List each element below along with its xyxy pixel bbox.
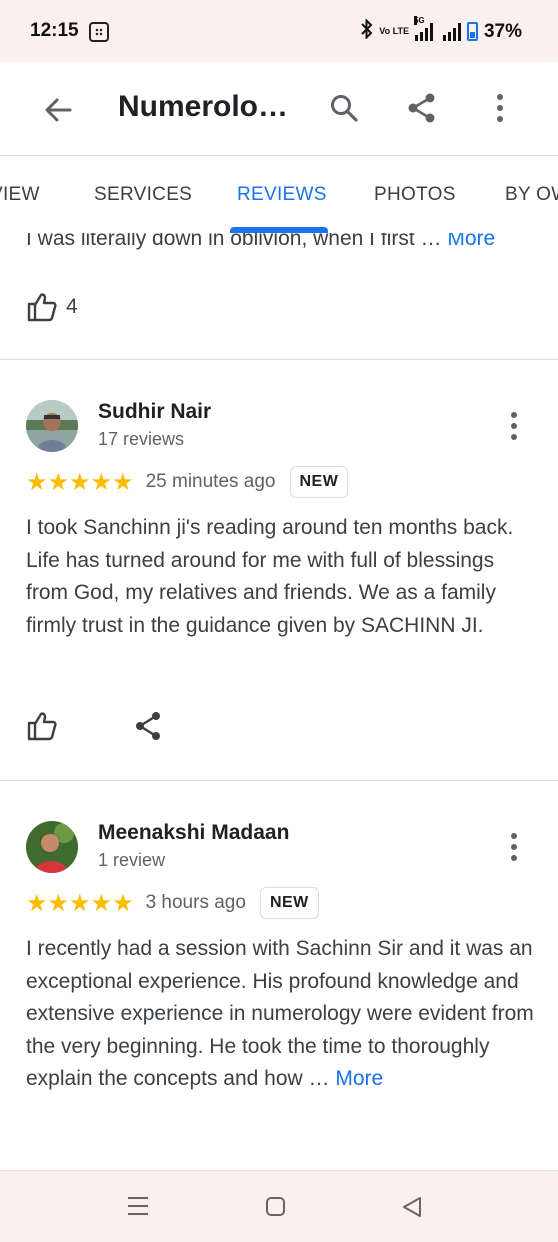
- system-nav-bar: [0, 1170, 558, 1242]
- reviews-list[interactable]: I was literally down in oblivion, when I…: [0, 233, 558, 1170]
- network-type-label: 5G: [413, 15, 425, 25]
- new-badge: NEW: [259, 887, 319, 919]
- home-icon[interactable]: [266, 1197, 285, 1216]
- status-bar: 12:15 Vo LTE 5G 37%: [0, 0, 558, 62]
- star-rating: ★★★★★: [26, 468, 134, 496]
- back-arrow-icon[interactable]: [40, 92, 76, 128]
- review-time: 25 minutes ago: [145, 471, 276, 492]
- reviewer-name[interactable]: Sudhir Nair: [98, 400, 211, 424]
- tab-services[interactable]: SERVICES: [94, 184, 192, 206]
- previous-review-more-link[interactable]: More: [447, 233, 495, 250]
- search-icon[interactable]: [326, 90, 362, 126]
- tab-by-owner[interactable]: BY OW: [505, 184, 558, 206]
- star-rating: ★★★★★: [26, 889, 134, 917]
- avatar[interactable]: [26, 400, 78, 452]
- like-button[interactable]: [26, 710, 58, 747]
- review-more-link[interactable]: More: [335, 1067, 383, 1090]
- app-bar: Numerolo…: [0, 62, 558, 155]
- tab-bar: VIEW SERVICES REVIEWS PHOTOS BY OW: [0, 155, 558, 233]
- review-card: Meenakshi Madaan 1 review ★★★★★ 3 hours …: [0, 781, 558, 1170]
- review-time: 3 hours ago: [145, 892, 246, 913]
- tab-reviews[interactable]: REVIEWS: [237, 184, 327, 206]
- tab-photos[interactable]: PHOTOS: [374, 184, 456, 206]
- rating-row: ★★★★★ 25 minutes ago NEW: [26, 466, 349, 498]
- bluetooth-icon: [361, 18, 373, 44]
- page-title: Numerolo…: [118, 90, 289, 123]
- previous-review-snippet: I was literally down in oblivion, when I…: [26, 233, 495, 251]
- battery-percent: 37%: [483, 20, 522, 42]
- status-time: 12:15: [30, 20, 79, 41]
- reviewer-name[interactable]: Meenakshi Madaan: [98, 821, 289, 845]
- review-more-options-icon[interactable]: [500, 408, 528, 444]
- review-card: Sudhir Nair 17 reviews ★★★★★ 25 minutes …: [0, 360, 558, 780]
- rating-row: ★★★★★ 3 hours ago NEW: [26, 887, 319, 919]
- tab-overview[interactable]: VIEW: [0, 184, 40, 206]
- signal-5g-icon: 5G: [413, 15, 433, 41]
- share-icon: [136, 712, 160, 740]
- battery-icon: [466, 22, 478, 41]
- avatar[interactable]: [26, 821, 78, 873]
- review-text-body: I recently had a session with Sachinn Si…: [26, 937, 534, 1091]
- review-more-options-icon[interactable]: [500, 829, 528, 865]
- like-count: 4: [66, 295, 78, 318]
- share-review-button[interactable]: [134, 711, 162, 746]
- status-icons: Vo LTE 5G 37%: [361, 15, 522, 44]
- thumb-up-icon: [27, 293, 57, 322]
- notification-icon: [89, 22, 109, 42]
- signal-icon: [442, 22, 461, 41]
- previous-review-text: I was literally down in oblivion, when I…: [26, 233, 442, 250]
- review-text: I recently had a session with Sachinn Si…: [26, 933, 536, 1096]
- volte-icon: Vo LTE: [379, 26, 409, 36]
- nav-back-icon[interactable]: [400, 1195, 424, 1219]
- new-badge: NEW: [289, 466, 349, 498]
- reviewer-review-count: 17 reviews: [98, 429, 185, 449]
- review-text: I took Sanchinn ji's reading around ten …: [26, 516, 514, 637]
- previous-review-like-button[interactable]: 4: [26, 291, 78, 323]
- share-icon[interactable]: [404, 90, 440, 126]
- reviewer-review-count: 1 review: [98, 850, 166, 870]
- recent-apps-icon[interactable]: [128, 1197, 148, 1215]
- thumb-up-icon: [27, 712, 57, 741]
- review-actions: [26, 710, 162, 747]
- more-vert-icon[interactable]: [482, 90, 518, 126]
